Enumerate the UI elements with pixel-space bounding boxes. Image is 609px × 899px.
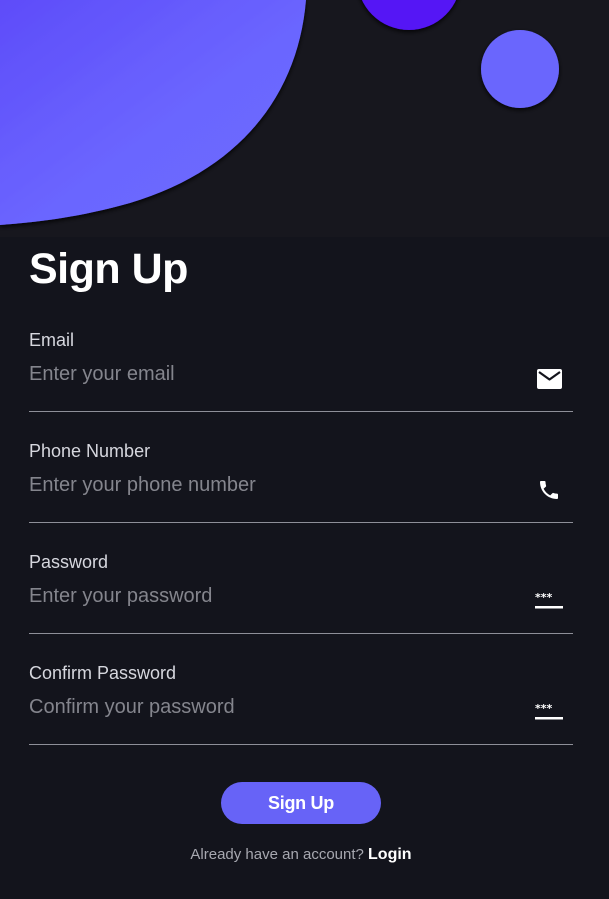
confirm-password-input[interactable] xyxy=(29,692,509,722)
page-title: Sign Up xyxy=(29,245,188,293)
circle-dark xyxy=(361,0,457,30)
password-icon: *** xyxy=(535,587,563,615)
email-field: Email xyxy=(29,329,573,412)
email-input[interactable] xyxy=(29,359,509,389)
phone-icon xyxy=(535,476,563,504)
hero-decoration xyxy=(0,0,609,237)
phone-input[interactable] xyxy=(29,470,509,500)
email-label: Email xyxy=(29,330,75,350)
blob-shape xyxy=(0,0,306,225)
login-link[interactable]: Login xyxy=(368,846,412,863)
password-label: Password xyxy=(29,552,109,572)
circle-light xyxy=(481,30,559,108)
svg-text:***: *** xyxy=(535,591,553,604)
sign-up-button[interactable]: Sign Up xyxy=(221,782,381,824)
confirm-password-field: Confirm Password *** xyxy=(29,662,573,745)
confirm-password-label: Confirm Password xyxy=(29,663,177,683)
phone-field: Phone Number xyxy=(29,440,573,523)
svg-text:***: *** xyxy=(535,702,553,715)
login-prompt-text: Already have an account? xyxy=(190,846,364,863)
password-icon: *** xyxy=(535,698,563,726)
mail-icon xyxy=(535,365,563,393)
signup-screen: Sign Up Email Phone Number Password *** xyxy=(0,0,609,899)
login-prompt: Already have an account? Login xyxy=(0,845,602,865)
password-field: Password *** xyxy=(29,551,573,634)
decorative-shapes xyxy=(0,0,559,225)
password-input[interactable] xyxy=(29,581,509,611)
phone-label: Phone Number xyxy=(29,441,151,461)
